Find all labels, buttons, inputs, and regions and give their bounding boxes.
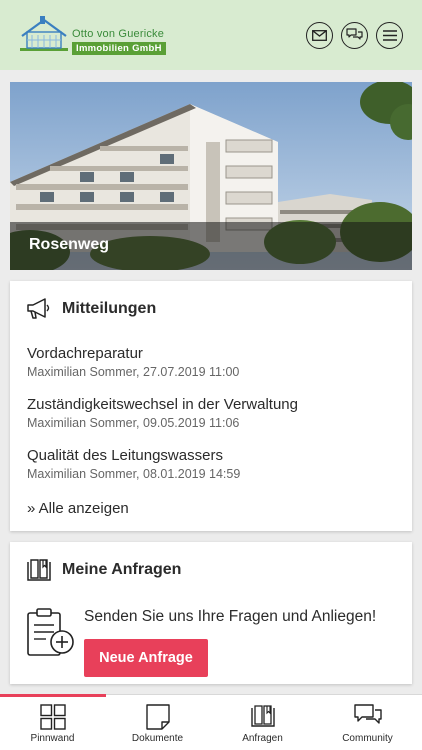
announcements-title: Mitteilungen (62, 300, 157, 317)
announcement-meta: Maximilian Sommer, 09.05.2019 11:06 (27, 416, 240, 430)
property-hero[interactable]: Rosenweg (10, 82, 412, 270)
announcement-item[interactable]: Vordachreparatur Maximilian Sommer, 27.0… (27, 345, 239, 379)
megaphone-icon (27, 298, 50, 319)
logo-subtitle-text: Immobilien GmbH (72, 42, 166, 55)
announcement-title: Qualität des Leitungswassers (27, 447, 223, 464)
tab-community[interactable]: Community (315, 695, 420, 750)
mail-button[interactable] (306, 22, 333, 49)
announcement-item[interactable]: Zuständigkeitswechsel in der Verwaltung … (27, 396, 298, 430)
book-icon (27, 559, 51, 581)
tab-label: Pinnwand (30, 733, 75, 744)
property-name-bar: Rosenweg (10, 222, 412, 270)
tab-label: Dokumente (131, 733, 184, 744)
tab-anfragen[interactable]: Anfragen (210, 695, 315, 750)
requests-title: Meine Anfragen (62, 561, 182, 578)
tab-dokumente[interactable]: Dokumente (105, 695, 210, 750)
announcement-title: Vordachreparatur (27, 345, 143, 362)
app-header: Otto von Guericke Immobilien GmbH (0, 0, 422, 70)
tab-pinnwand[interactable]: Pinnwand (0, 695, 105, 750)
chat-button[interactable] (341, 22, 368, 49)
tab-label: Community (342, 733, 393, 744)
menu-button[interactable] (376, 22, 403, 49)
announcements-card: Mitteilungen Vordachreparatur Maximilian… (10, 281, 412, 531)
grid-icon (39, 704, 66, 730)
new-request-button[interactable]: Neue Anfrage (84, 639, 208, 677)
requests-header: Meine Anfragen (26, 556, 181, 584)
mail-icon (312, 30, 327, 41)
document-icon (145, 704, 170, 730)
house-logo-icon (20, 16, 68, 51)
announcement-meta: Maximilian Sommer, 08.01.2019 14:59 (27, 467, 241, 481)
requests-prompt: Senden Sie uns Ihre Fragen und Anliegen! (84, 608, 377, 625)
property-name: Rosenweg (29, 236, 110, 253)
requests-card: Meine Anfragen Senden Sie uns Ihre Frage… (10, 542, 412, 684)
announcement-title: Zuständigkeitswechsel in der Verwaltung (27, 396, 298, 413)
menu-icon (382, 30, 397, 41)
book-icon (250, 705, 275, 727)
announcement-item[interactable]: Qualität des Leitungswassers Maximilian … (27, 447, 240, 481)
company-logo[interactable]: Otto von Guericke Immobilien GmbH (18, 14, 168, 56)
clipboard-add-icon (27, 608, 74, 656)
announcements-header: Mitteilungen (26, 295, 156, 323)
show-all-link[interactable]: » Alle anzeigen (27, 500, 129, 517)
chat-icon (346, 28, 363, 40)
logo-brand-text: Otto von Guericke (72, 28, 165, 40)
bottom-tab-bar: Pinnwand Dokumente Anfragen Community (0, 694, 422, 750)
announcement-meta: Maximilian Sommer, 27.07.2019 11:00 (27, 365, 240, 379)
tab-label: Anfragen (242, 733, 283, 744)
chat-icon (353, 704, 382, 724)
